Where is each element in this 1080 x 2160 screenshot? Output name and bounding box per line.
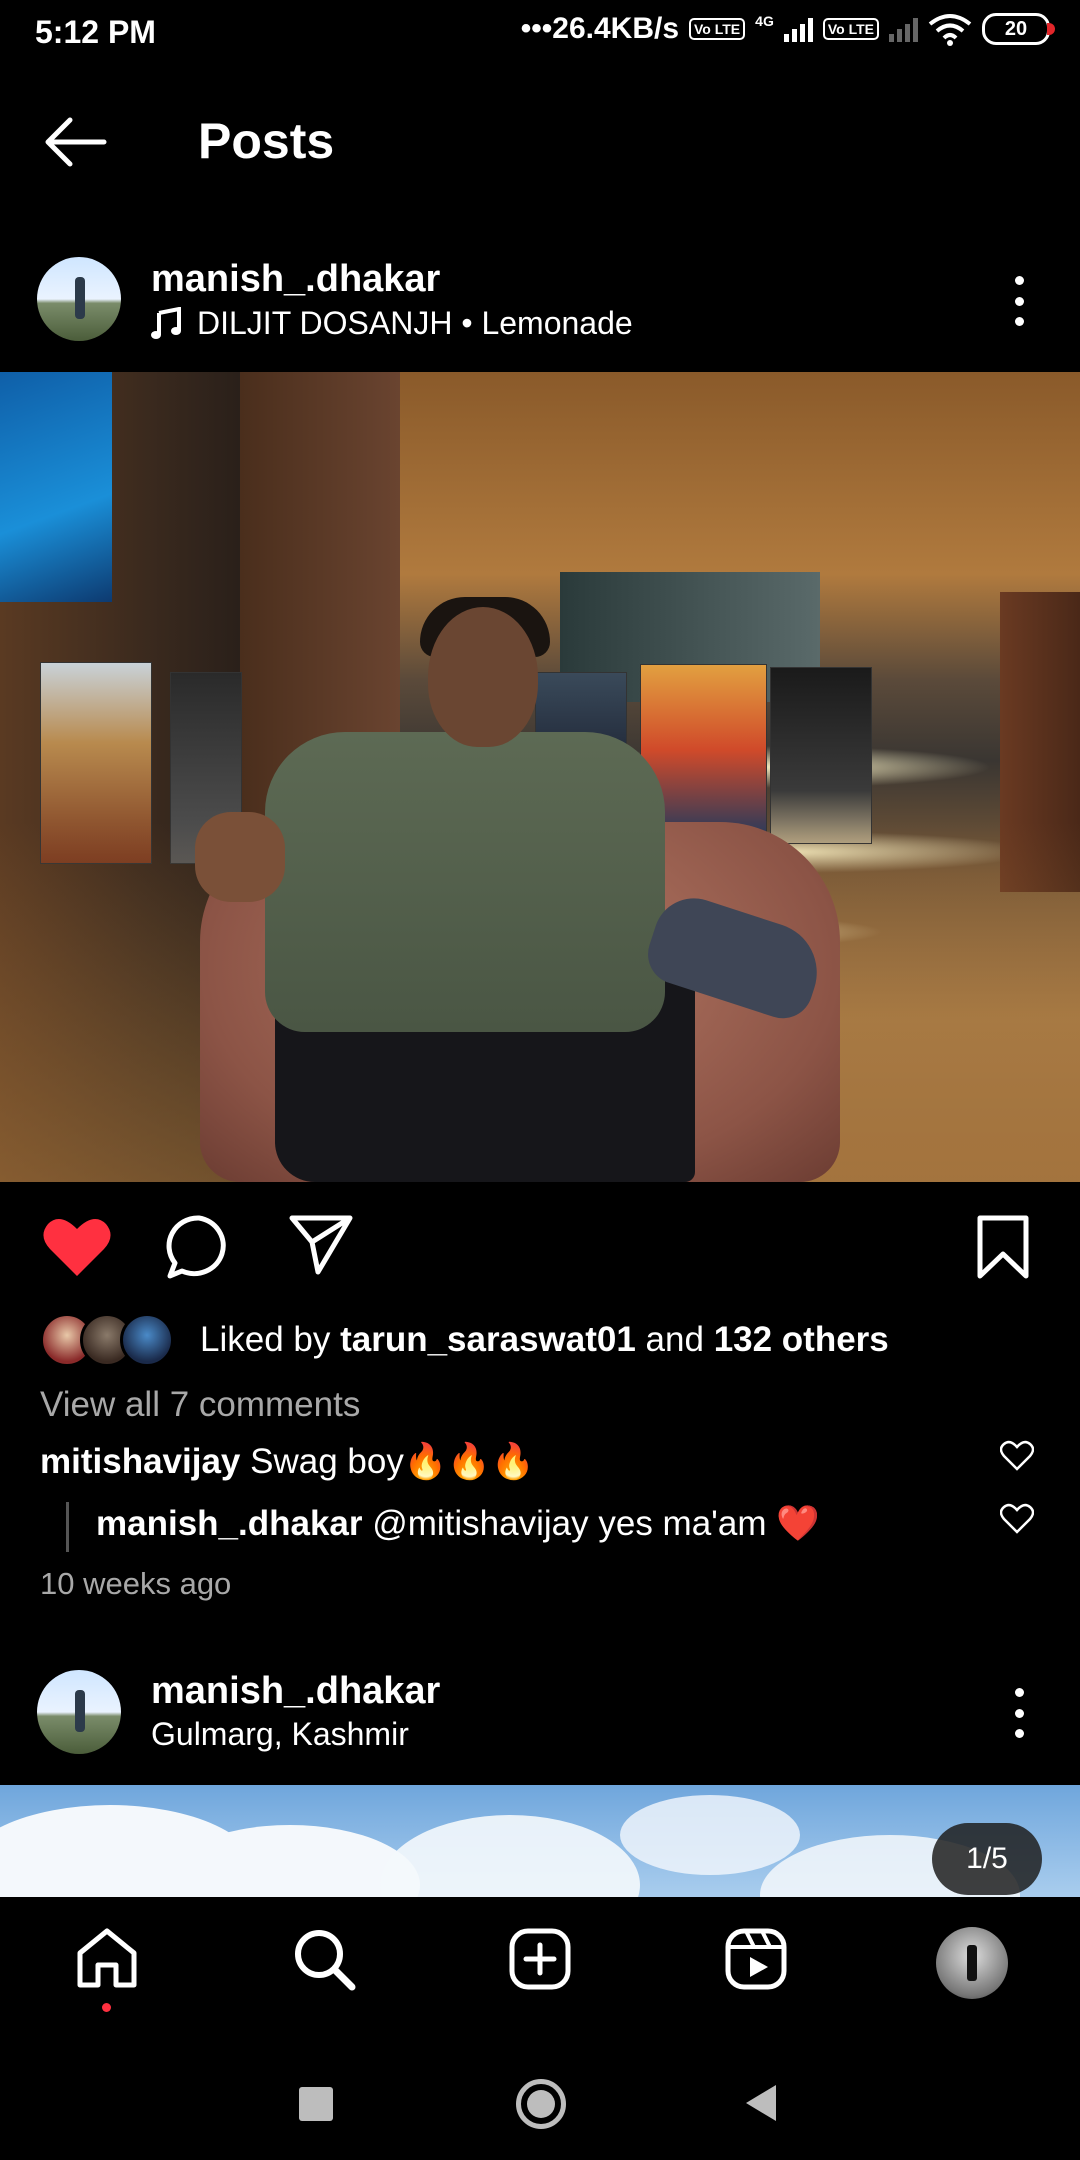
like-button[interactable]: [42, 1216, 112, 1278]
carousel-counter: 1/5: [932, 1823, 1042, 1895]
reply-row: manish_.dhakar @mitishavijay yes ma'am ❤…: [96, 1503, 820, 1544]
reply-thread-line: [66, 1502, 69, 1552]
post-timestamp: 10 weeks ago: [40, 1566, 232, 1601]
share-button[interactable]: [288, 1214, 354, 1276]
notification-dot: [102, 2003, 111, 2012]
status-time: 5:12 PM: [35, 14, 156, 50]
recents-button[interactable]: [299, 2087, 333, 2121]
status-icons: •••26.4KB/s Vo LTE 4G Vo LTE 20: [520, 12, 1055, 46]
post-username[interactable]: manish_.dhakar: [151, 258, 440, 301]
reply-user[interactable]: manish_.dhakar: [96, 1504, 363, 1543]
liked-others[interactable]: 132 others: [714, 1320, 889, 1359]
home-system-button[interactable]: [516, 2079, 566, 2129]
network-speed: •••26.4KB/s: [520, 12, 679, 45]
post-media[interactable]: [0, 372, 1080, 1182]
post2-location[interactable]: Gulmarg, Kashmir: [151, 1716, 409, 1753]
profile-tab[interactable]: [936, 1927, 1008, 1999]
likes-summary[interactable]: Liked by tarun_saraswat01 and 132 others: [40, 1310, 889, 1370]
create-post-icon[interactable]: [508, 1927, 572, 1991]
home-icon[interactable]: [76, 1927, 138, 1989]
signal-icon-2: [889, 16, 918, 42]
reels-icon[interactable]: [724, 1927, 788, 1991]
save-button[interactable]: [976, 1214, 1030, 1280]
comment-row: mitishavijay Swag boy🔥🔥🔥: [40, 1441, 535, 1482]
back-system-button[interactable]: [744, 2083, 778, 2123]
volte-icon: Vo LTE: [689, 18, 746, 40]
battery-level: 20: [1004, 17, 1028, 40]
bookmark-icon: [977, 1215, 1029, 1279]
post2-username[interactable]: manish_.dhakar: [151, 1670, 440, 1713]
net-type-label: 4G: [755, 13, 774, 29]
reply-like-button[interactable]: [1000, 1503, 1034, 1535]
bottom-nav: [0, 1897, 1080, 2037]
triangle-back-icon: [746, 2085, 776, 2121]
page-title: Posts: [198, 113, 335, 169]
volte-icon-2: Vo LTE: [822, 18, 879, 40]
liked-by-user[interactable]: tarun_saraswat01: [340, 1320, 636, 1359]
comment-user[interactable]: mitishavijay: [40, 1442, 240, 1481]
status-bar: 5:12 PM •••26.4KB/s Vo LTE 4G Vo LTE 20: [0, 0, 1080, 70]
back-button[interactable]: [40, 112, 110, 172]
post-audio[interactable]: DILJIT DOSANJH • Lemonade: [151, 305, 633, 342]
profile-avatar-icon: [936, 1927, 1008, 1999]
wifi-icon: [928, 14, 972, 46]
avatar: [37, 257, 121, 341]
paper-plane-icon: [289, 1215, 353, 1275]
comment-text: Swag boy🔥🔥🔥: [240, 1442, 535, 1481]
post2-more-options-button[interactable]: [1009, 1688, 1029, 1738]
comment-like-button[interactable]: [1000, 1440, 1034, 1472]
reply-text: @mitishavijay yes ma'am ❤️: [362, 1504, 820, 1543]
arrow-left-icon: [45, 117, 107, 167]
liker-avatar: [120, 1313, 174, 1367]
likes-text: Liked by tarun_saraswat01 and 132 others: [200, 1320, 889, 1359]
post2-media[interactable]: [0, 1785, 1080, 1897]
music-note-icon: [151, 306, 181, 339]
audio-label: DILJIT DOSANJH • Lemonade: [197, 305, 633, 341]
more-options-button[interactable]: [1009, 276, 1029, 326]
post-avatar[interactable]: [37, 257, 121, 341]
speech-bubble-icon: [166, 1215, 226, 1279]
battery-icon: 20: [982, 13, 1055, 45]
comment-button[interactable]: [166, 1214, 232, 1280]
search-icon[interactable]: [292, 1927, 356, 1991]
post2-avatar[interactable]: [37, 1670, 121, 1754]
heart-filled-icon: [43, 1219, 111, 1276]
heart-outline-icon: [1000, 1440, 1034, 1471]
view-all-comments-link[interactable]: View all 7 comments: [40, 1385, 360, 1425]
system-nav-bar: [0, 2037, 1080, 2160]
avatar: [37, 1670, 121, 1754]
signal-icon: [783, 16, 813, 42]
heart-outline-icon: [1000, 1503, 1034, 1534]
